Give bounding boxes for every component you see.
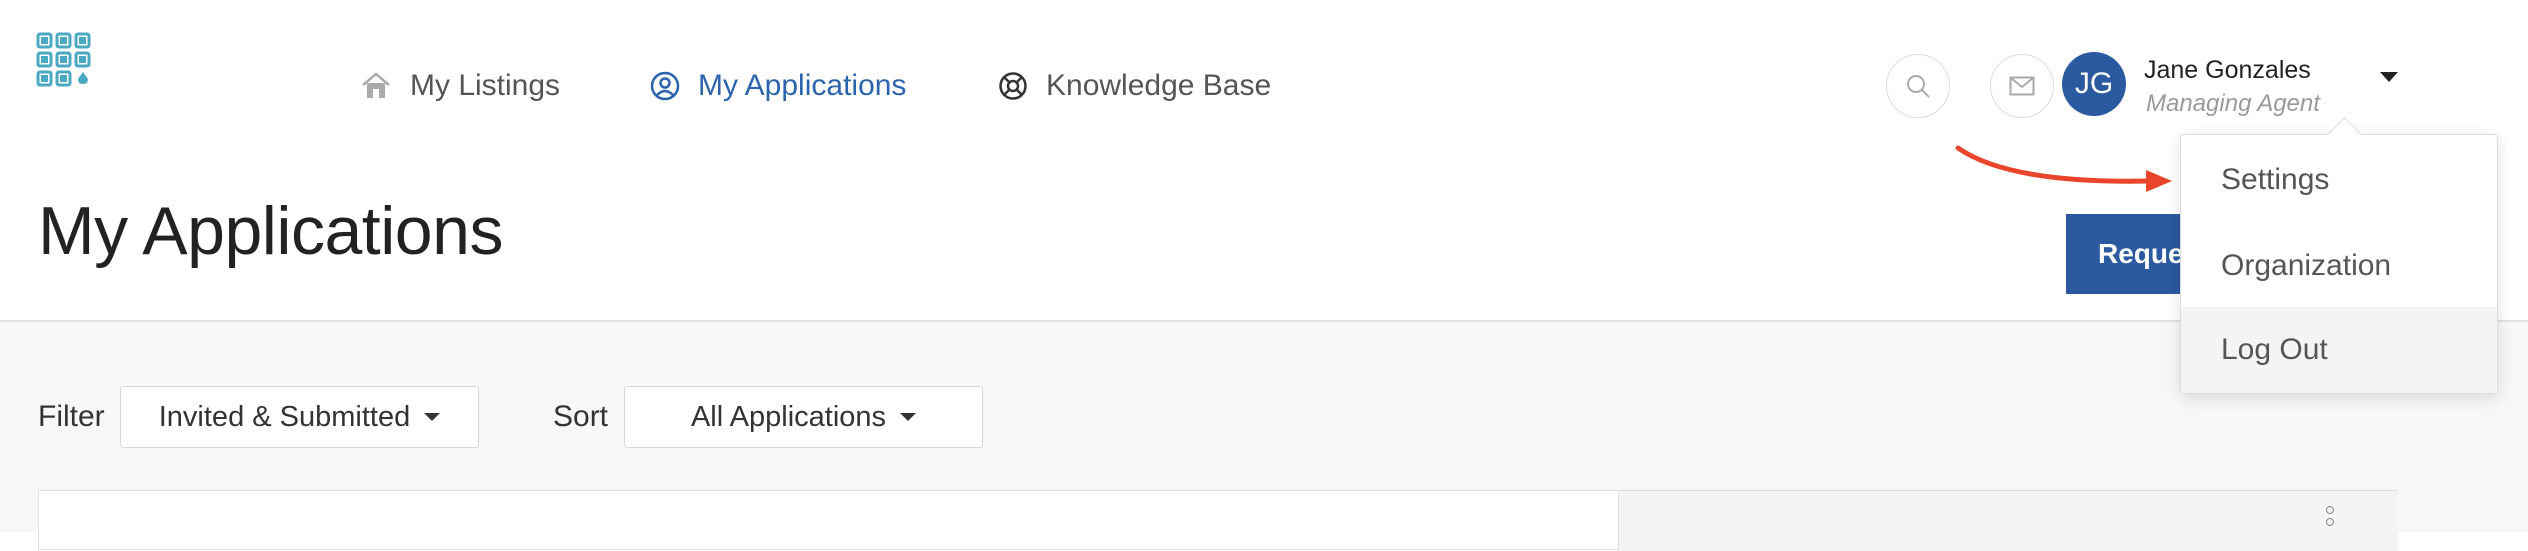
user-name[interactable]: Jane Gonzales xyxy=(2144,56,2311,85)
more-options-icon[interactable] xyxy=(2326,506,2336,526)
chevron-down-icon xyxy=(424,413,441,421)
menu-item-log-out[interactable]: Log Out xyxy=(2181,307,2497,393)
search-button[interactable] xyxy=(1886,54,1950,118)
sort-value: All Applications xyxy=(690,400,887,433)
filter-dropdown[interactable]: Invited & Submitted xyxy=(120,386,479,448)
lifebuoy-icon xyxy=(999,72,1027,100)
nav-my-listings[interactable]: My Listings xyxy=(360,62,560,110)
annotation-arrow-icon xyxy=(1955,145,2172,192)
sort-dropdown[interactable]: All Applications xyxy=(624,386,983,448)
menu-item-settings[interactable]: Settings xyxy=(2181,137,2497,223)
avatar[interactable]: JG xyxy=(2062,52,2126,116)
nav-label: Knowledge Base xyxy=(1046,69,1272,102)
application-card-side-panel xyxy=(1618,491,2398,551)
messages-button[interactable] xyxy=(1990,54,2054,118)
search-icon xyxy=(1907,75,1930,98)
chevron-down-icon xyxy=(900,413,917,421)
nav-my-applications[interactable]: My Applications xyxy=(650,62,906,110)
home-icon xyxy=(362,72,390,98)
nav-label: My Listings xyxy=(410,69,561,102)
app-logo-icon[interactable] xyxy=(36,32,92,88)
user-role: Managing Agent xyxy=(2146,90,2320,117)
menu-item-organization[interactable]: Organization xyxy=(2181,223,2497,309)
filter-label: Filter xyxy=(38,400,105,433)
nav-knowledge-base[interactable]: Knowledge Base xyxy=(998,62,1271,110)
user-menu: Settings Organization Log Out xyxy=(2180,117,2498,394)
user-menu-caret-icon[interactable] xyxy=(2380,72,2398,82)
filter-value: Invited & Submitted xyxy=(158,400,411,433)
mail-icon xyxy=(2009,76,2035,96)
page-title: My Applications xyxy=(38,193,503,269)
user-circle-icon xyxy=(650,71,680,101)
sort-label: Sort xyxy=(553,400,609,433)
nav-label: My Applications xyxy=(698,69,907,102)
